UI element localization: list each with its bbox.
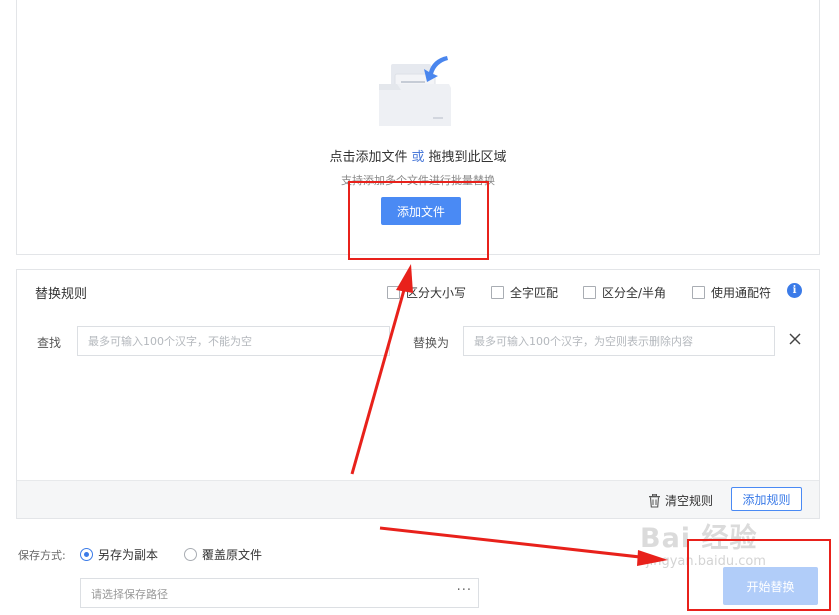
save-as-copy-radio[interactable] bbox=[80, 548, 93, 561]
annotation-box-add-file bbox=[348, 181, 489, 260]
rules-title: 替换规则 bbox=[35, 287, 88, 302]
overwrite-original-label: 覆盖原文件 bbox=[202, 548, 263, 562]
rules-footer: 清空规则 添加规则 bbox=[17, 480, 819, 518]
info-icon[interactable]: i bbox=[787, 283, 802, 298]
full-half-width-checkbox[interactable] bbox=[583, 286, 596, 299]
save-as-copy-label: 另存为副本 bbox=[98, 548, 159, 562]
clear-rules-button[interactable]: 清空规则 bbox=[648, 492, 713, 509]
upload-title-drag: 拖拽到此区域 bbox=[428, 150, 507, 165]
option-wildcard[interactable]: 使用通配符 bbox=[692, 284, 771, 301]
folder-upload-icon bbox=[379, 56, 451, 126]
overwrite-original-radio[interactable] bbox=[184, 548, 197, 561]
option-whole-word[interactable]: 全字匹配 bbox=[491, 284, 558, 301]
browse-more-icon[interactable]: ··· bbox=[457, 583, 472, 598]
annotation-arrow-right-head bbox=[637, 550, 668, 566]
option-case-sensitive-label: 区分大小写 bbox=[406, 286, 467, 300]
replace-label: 替换为 bbox=[413, 336, 450, 350]
option-full-half-width[interactable]: 区分全/半角 bbox=[583, 284, 666, 301]
annotation-box-start bbox=[687, 539, 831, 611]
find-label: 查找 bbox=[37, 336, 62, 350]
find-input[interactable] bbox=[77, 326, 390, 356]
save-as-copy-option[interactable]: 另存为副本 bbox=[80, 546, 158, 563]
replace-input[interactable] bbox=[463, 326, 775, 356]
upload-title-or: 或 bbox=[411, 150, 425, 165]
trash-icon bbox=[648, 493, 660, 508]
add-rule-button[interactable]: 添加规则 bbox=[731, 487, 802, 511]
remove-rule-close-icon[interactable] bbox=[787, 331, 803, 347]
option-wildcard-label: 使用通配符 bbox=[711, 286, 772, 300]
case-sensitive-checkbox[interactable] bbox=[387, 286, 400, 299]
whole-word-checkbox[interactable] bbox=[491, 286, 504, 299]
wildcard-checkbox[interactable] bbox=[692, 286, 705, 299]
overwrite-original-option[interactable]: 覆盖原文件 bbox=[184, 546, 262, 563]
clear-rules-label: 清空规则 bbox=[664, 494, 713, 508]
option-whole-word-label: 全字匹配 bbox=[510, 286, 559, 300]
option-full-half-width-label: 区分全/半角 bbox=[602, 286, 667, 300]
save-mode-label: 保存方式: bbox=[18, 549, 66, 562]
option-case-sensitive[interactable]: 区分大小写 bbox=[387, 284, 466, 301]
save-path-field[interactable]: 请选择保存路径 ··· bbox=[80, 578, 479, 608]
save-path-placeholder: 请选择保存路径 bbox=[91, 588, 168, 601]
replace-rules-panel: 替换规则 区分大小写 全字匹配 区分全/半角 使用通配符 i 查找 替换为 bbox=[16, 269, 820, 519]
annotation-arrow-right bbox=[379, 526, 641, 559]
upload-title: 点击添加文件或拖拽到此区域 bbox=[17, 146, 819, 165]
upload-title-click: 点击添加文件 bbox=[329, 150, 408, 165]
